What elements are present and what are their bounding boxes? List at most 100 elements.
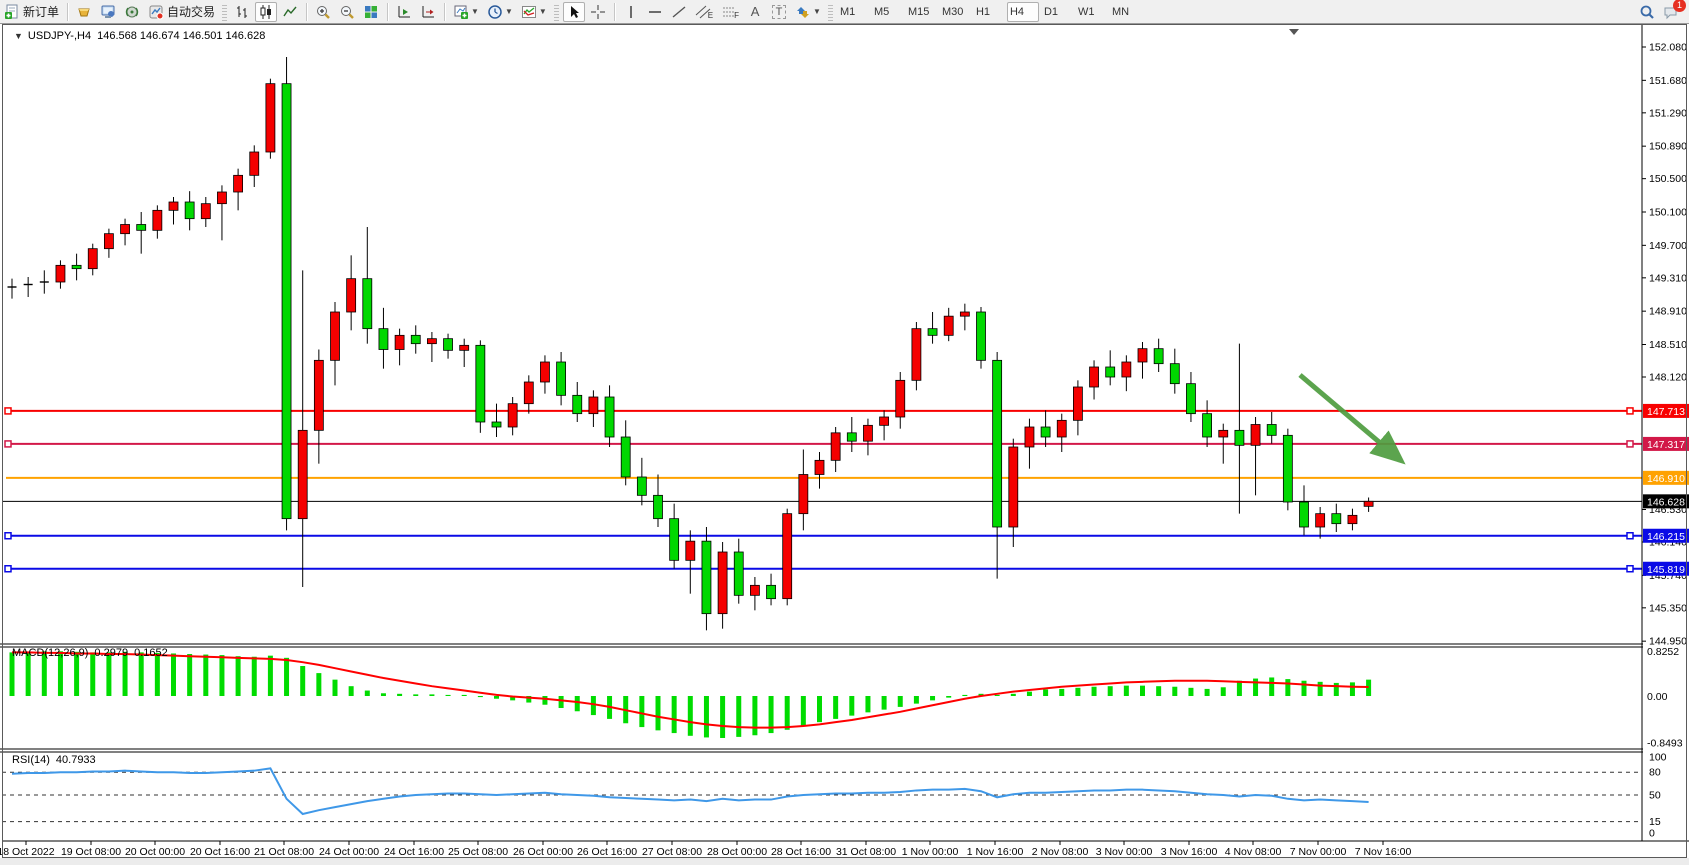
macd-histogram-bar (865, 696, 870, 712)
candlestick (1025, 427, 1034, 447)
hline-handle[interactable] (5, 566, 11, 572)
price-tick-label: 149.700 (1649, 240, 1687, 252)
time-tick-label: 20 Oct 16:00 (190, 846, 250, 858)
time-tick-label: 19 Oct 08:00 (61, 846, 121, 858)
hline-handle[interactable] (1627, 441, 1633, 447)
macd-histogram-bar (882, 696, 887, 710)
time-tick-label: 21 Oct 08:00 (254, 846, 314, 858)
candlestick (153, 210, 162, 230)
candlestick (1283, 435, 1292, 502)
macd-axis-label: 0.00 (1647, 691, 1668, 703)
macd-histogram-bar (381, 693, 386, 696)
chart-shift-button[interactable] (417, 2, 439, 22)
crosshair-tool-button[interactable] (587, 2, 609, 22)
main-toolbar: 新订单 (0, 0, 1689, 24)
macd-histogram-bar (1285, 679, 1290, 696)
macd-histogram-bar (1318, 682, 1323, 696)
candlestick (960, 312, 969, 316)
time-tick-label: 26 Oct 00:00 (513, 846, 573, 858)
channel-tool-button[interactable]: E (692, 2, 716, 22)
price-tick-label: 150.100 (1649, 207, 1687, 219)
zoom-out-button[interactable] (336, 2, 358, 22)
macd-histogram-bar (300, 666, 305, 696)
macd-histogram-bar (995, 695, 1000, 696)
timeframe-m5-button[interactable]: M5 (871, 2, 903, 22)
candlestick (363, 279, 372, 329)
timeframe-h4-button[interactable]: H4 (1007, 2, 1039, 22)
periods-button[interactable]: ▼ (484, 2, 516, 22)
candlestick (621, 437, 630, 477)
time-tick-label: 4 Nov 08:00 (1225, 846, 1282, 858)
channel-letter: E (708, 11, 713, 20)
new-order-button[interactable]: 新订单 (1, 2, 62, 22)
line-chart-mode-button[interactable] (279, 2, 301, 22)
dropdown-caret: ▼ (471, 7, 479, 16)
macd-histogram-bar (1108, 686, 1113, 696)
market-watch-button[interactable] (73, 2, 95, 22)
chart-canvas[interactable]: 152.080151.680151.290150.890150.500150.1… (0, 24, 1689, 865)
zoom-in-button[interactable] (312, 2, 334, 22)
candlestick (880, 417, 889, 425)
hline-handle[interactable] (5, 533, 11, 539)
candlestick (977, 312, 986, 360)
timeframe-m30-button[interactable]: M30 (939, 2, 971, 22)
auto-scroll-button[interactable] (393, 2, 415, 22)
timeframe-label: H4 (1010, 6, 1036, 18)
macd-histogram-bar (349, 686, 354, 696)
dropdown-caret: ▼ (813, 7, 821, 16)
fibonacci-tool-button[interactable]: F (718, 2, 742, 22)
candlestick (783, 514, 792, 599)
macd-histogram-bar (1124, 686, 1129, 696)
price-line-label: 147.317 (1647, 439, 1685, 451)
rsi-value: 40.7933 (56, 754, 96, 766)
news-button[interactable] (121, 2, 143, 22)
autotrade-button[interactable]: 自动交易 (145, 2, 218, 22)
candlestick (379, 329, 388, 350)
candlestick (331, 312, 340, 360)
time-tick-label: 24 Oct 16:00 (384, 846, 444, 858)
hline-handle[interactable] (1627, 533, 1633, 539)
macd-histogram-bar (930, 696, 935, 700)
timeframe-mn-button[interactable]: MN (1109, 2, 1141, 22)
candlestick (282, 84, 291, 519)
price-tick-label: 148.910 (1649, 306, 1687, 318)
candlestick (1009, 447, 1018, 527)
hline-handle[interactable] (1627, 566, 1633, 572)
crosshair-icon (590, 4, 606, 20)
trendline-tool-button[interactable] (668, 2, 690, 22)
macd-histogram-bar (946, 696, 951, 698)
timeframe-m15-button[interactable]: M15 (905, 2, 937, 22)
search-button[interactable] (1636, 2, 1658, 22)
macd-histogram-bar (704, 696, 709, 737)
macd-histogram-bar (720, 696, 725, 738)
terminal-button[interactable] (97, 2, 119, 22)
hline-handle[interactable] (1627, 408, 1633, 414)
label-tool-button[interactable]: T (768, 2, 790, 22)
hline-handle[interactable] (5, 441, 11, 447)
time-tick-label: 7 Nov 16:00 (1355, 846, 1412, 858)
macd-name: MACD(12,26,9) (12, 647, 88, 659)
hline-tool-button[interactable] (644, 2, 666, 22)
time-tick-label: 26 Oct 16:00 (577, 846, 637, 858)
macd-histogram-bar (752, 696, 757, 735)
arrows-tool-button[interactable]: ▼ (792, 2, 824, 22)
timeframe-w1-button[interactable]: W1 (1075, 2, 1107, 22)
bar-chart-mode-button[interactable] (231, 2, 253, 22)
timeframe-label: W1 (1078, 6, 1104, 18)
rsi-axis-label: 80 (1649, 767, 1661, 779)
symbol-menu-icon[interactable]: ▼ (14, 31, 23, 41)
timeframe-d1-button[interactable]: D1 (1041, 2, 1073, 22)
candlestick-mode-button[interactable] (255, 2, 277, 22)
tile-windows-button[interactable] (360, 2, 382, 22)
timeframe-m1-button[interactable]: M1 (837, 2, 869, 22)
new-chart-button[interactable]: ▼ (450, 2, 482, 22)
text-tool-button[interactable]: A (744, 2, 766, 22)
bar-chart-icon (234, 4, 250, 20)
timeframe-h1-button[interactable]: H1 (973, 2, 1005, 22)
candlestick (557, 362, 566, 395)
notifications-button[interactable]: 1 (1660, 2, 1682, 22)
vline-tool-button[interactable] (620, 2, 642, 22)
hline-handle[interactable] (5, 408, 11, 414)
cursor-tool-button[interactable] (563, 2, 585, 22)
indicators-button[interactable]: ▼ (518, 2, 550, 22)
